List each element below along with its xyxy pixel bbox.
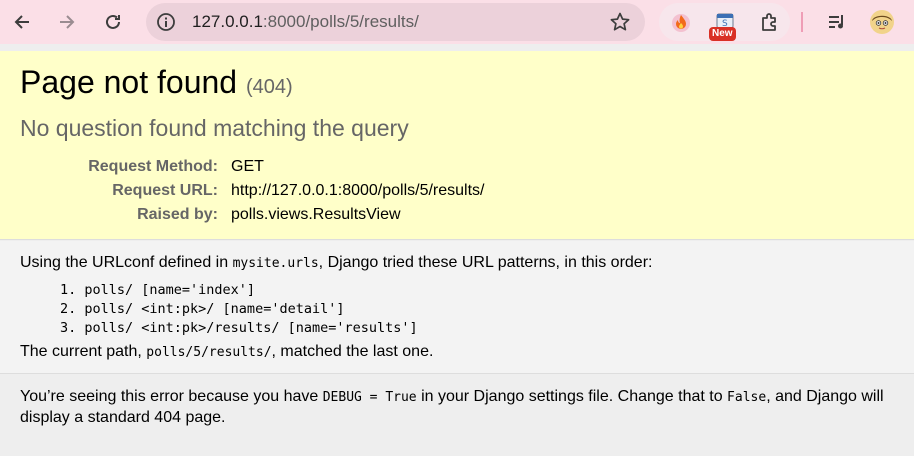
meta-key: Request Method: [88, 158, 218, 175]
current-path: polls/5/results/ [146, 345, 272, 360]
back-arrow-icon[interactable] [8, 8, 36, 36]
meta-value: polls.views.ResultsView [231, 206, 401, 223]
meta-value: http://127.0.0.1:8000/polls/5/results/ [231, 182, 485, 199]
meta-raised-by: Raised by: [0, 203, 218, 227]
page-title: Page not found (404) [20, 64, 293, 101]
extensions-puzzle-icon[interactable] [756, 8, 784, 36]
page-title-text: Page not found [20, 64, 238, 100]
meta-value: GET [231, 158, 264, 175]
false-code: False [727, 390, 767, 405]
address-bar[interactable]: 127.0.0.1:8000/polls/5/results/ [146, 3, 645, 41]
reload-icon[interactable] [99, 8, 127, 36]
url-pattern-item: 2. polls/ <int:pk>/ [name='detail'] [60, 301, 345, 317]
debug-setting-code: DEBUG = True [322, 390, 417, 405]
fire-extension-icon[interactable] [667, 8, 695, 36]
url-pattern-item: 1. polls/ [name='index'] [60, 282, 256, 298]
error-summary: Page not found (404) No question found m… [0, 51, 914, 240]
url-pattern-list: 1. polls/ [name='index'] 2. polls/ <int:… [60, 281, 418, 338]
meta-key: Request URL: [112, 182, 218, 199]
meta-request-url: Request URL: [0, 179, 218, 203]
forward-arrow-icon[interactable] [53, 8, 81, 36]
toolbar-divider [801, 12, 803, 32]
explanation-part2: in your Django settings file. Change tha… [416, 388, 728, 405]
urlconf-intro: Using the URLconf defined in mysite.urls… [20, 254, 652, 272]
url-text[interactable]: 127.0.0.1:8000/polls/5/results/ [192, 3, 419, 41]
new-badge: New [709, 27, 736, 41]
meta-key: Raised by: [137, 206, 218, 223]
url-path: :8000/polls/5/results/ [262, 12, 419, 31]
url-patterns-info: Using the URLconf defined in mysite.urls… [0, 241, 914, 374]
explanation-text: You’re seeing this error because you hav… [20, 387, 906, 428]
bookmark-star-icon[interactable] [609, 11, 631, 33]
status-code: (404) [245, 76, 293, 98]
intro-suffix: , Django tried these URL patterns, in th… [318, 254, 653, 271]
current-path-line: The current path, polls/5/results/, matc… [20, 343, 433, 361]
url-host: 127.0.0.1 [192, 12, 263, 31]
urlconf-module: mysite.urls [232, 256, 319, 271]
profile-avatar-icon[interactable] [868, 8, 896, 36]
meta-request-method: Request Method: [0, 155, 218, 179]
media-queue-icon[interactable] [823, 8, 851, 36]
debug-explanation: You’re seeing this error because you hav… [0, 375, 914, 456]
intro-prefix: Using the URLconf defined in [20, 254, 233, 271]
browser-toolbar: 127.0.0.1:8000/polls/5/results/ S New [0, 0, 914, 44]
site-info-icon[interactable] [156, 12, 176, 32]
current-prefix: The current path, [20, 343, 147, 360]
extensions-group: S New [659, 3, 790, 41]
current-suffix: , matched the last one. [271, 343, 434, 360]
explanation-part1: You’re seeing this error because you hav… [20, 388, 323, 405]
error-subtitle: No question found matching the query [20, 115, 409, 141]
url-pattern-item: 3. polls/ <int:pk>/results/ [name='resul… [60, 320, 418, 336]
